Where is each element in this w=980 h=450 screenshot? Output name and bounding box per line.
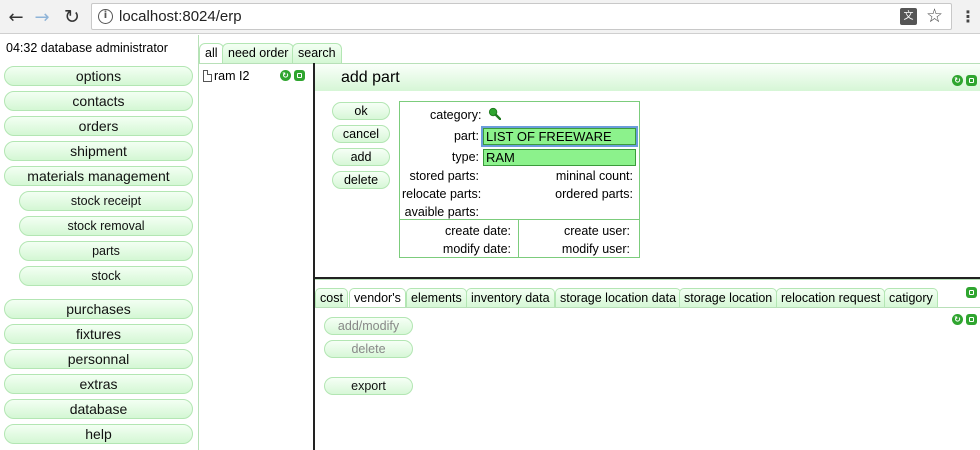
sidebar-item-stock[interactable]: stock [19, 266, 193, 286]
ordered-parts-label: ordered parts: [555, 187, 633, 201]
tab-all[interactable]: all [199, 43, 224, 63]
type-label: type: [451, 150, 479, 164]
part-input[interactable] [481, 126, 638, 147]
tab-need-order[interactable]: need order [222, 43, 295, 63]
form-divider [518, 220, 519, 257]
category-label: category: [430, 108, 482, 122]
url-text[interactable]: localhost:8024/erp [119, 8, 242, 25]
sidebar-item-personnal[interactable]: personnal [4, 349, 193, 369]
add-button[interactable]: add [332, 148, 390, 166]
part-tree: ram I2 ↻ [199, 63, 314, 450]
ok-button[interactable]: ok [332, 102, 390, 120]
tab-storage-location-data[interactable]: storage location data [555, 288, 682, 308]
back-arrow-icon[interactable]: ← [4, 5, 28, 29]
sidebar-item-help[interactable]: help [4, 424, 193, 444]
session-user-line: 04:32 database administrator [6, 41, 168, 55]
create-date-label: create date: [444, 224, 511, 238]
bookmark-star-icon[interactable]: ☆ [926, 5, 943, 27]
modify-user-label: modify user: [561, 242, 630, 256]
document-icon [203, 70, 212, 82]
available-parts-label: avaible parts: [404, 205, 479, 219]
maximize-icon[interactable] [966, 287, 977, 298]
site-info-icon[interactable]: i [98, 9, 113, 24]
reload-icon[interactable]: ↻ [60, 5, 84, 29]
sidebar-item-options[interactable]: options [4, 66, 193, 86]
refresh-icon[interactable]: ↻ [952, 314, 963, 325]
stored-parts-label: stored parts: [409, 169, 479, 183]
search-icon[interactable] [488, 107, 501, 120]
refresh-icon[interactable]: ↻ [952, 75, 963, 86]
browser-menu-icon[interactable]: ⋮ [960, 5, 976, 29]
tab-relocation-request[interactable]: relocation request [776, 288, 886, 308]
refresh-icon[interactable]: ↻ [280, 70, 291, 81]
type-input[interactable] [483, 149, 636, 166]
maximize-icon[interactable] [966, 314, 977, 325]
part-form: category: part: type: stored parts: mini… [399, 101, 640, 258]
browser-toolbar: ← → ↻ i localhost:8024/erp 文 ☆ ⋮ [0, 0, 980, 34]
sidebar-item-database[interactable]: database [4, 399, 193, 419]
sidebar-item-stock-removal[interactable]: stock removal [19, 216, 193, 236]
part-label: part: [453, 129, 479, 143]
vendor-delete-button[interactable]: delete [324, 340, 413, 358]
sidebar-item-materials-management[interactable]: materials management [4, 166, 193, 186]
tab-vendors[interactable]: vendor's [349, 288, 406, 308]
sidebar-item-shipment[interactable]: shipment [4, 141, 193, 161]
maximize-icon[interactable] [966, 75, 977, 86]
tab-cost[interactable]: cost [315, 288, 348, 308]
sidebar-item-stock-receipt[interactable]: stock receipt [19, 191, 193, 211]
tab-catigory[interactable]: catigory [884, 288, 938, 308]
forward-arrow-icon[interactable]: → [30, 5, 54, 29]
sidebar-item-fixtures[interactable]: fixtures [4, 324, 193, 344]
list-tabs: all need order search [199, 35, 980, 63]
minimal-count-label: mininal count: [555, 169, 633, 183]
cancel-button[interactable]: cancel [332, 125, 390, 143]
tree-item-label: ram I2 [214, 69, 250, 83]
sidebar-item-parts[interactable]: parts [19, 241, 193, 261]
export-button[interactable]: export [324, 377, 413, 395]
form-divider [400, 219, 639, 220]
modify-date-label: modify date: [442, 242, 511, 256]
page-title: add part [341, 69, 400, 86]
vendors-panel: ↻ [315, 307, 980, 450]
tab-storage-location[interactable]: storage location [679, 288, 778, 308]
tree-item[interactable]: ram I2 [203, 69, 249, 83]
main-header: add part ↻ [315, 63, 980, 91]
maximize-icon[interactable] [294, 70, 305, 81]
add-modify-button[interactable]: add/modify [324, 317, 413, 335]
tab-inventory-data[interactable]: inventory data [466, 288, 555, 308]
sidebar-item-extras[interactable]: extras [4, 374, 193, 394]
sidebar-item-purchases[interactable]: purchases [4, 299, 193, 319]
translate-icon[interactable]: 文 [900, 8, 917, 25]
detail-tabs: cost vendor's elements inventory data st… [315, 279, 980, 308]
tab-elements[interactable]: elements [406, 288, 467, 308]
sidebar-item-orders[interactable]: orders [4, 116, 193, 136]
sidebar-item-contacts[interactable]: contacts [4, 91, 193, 111]
create-user-label: create user: [563, 224, 630, 238]
relocate-parts-label: relocate parts: [402, 187, 482, 201]
delete-button[interactable]: delete [332, 171, 390, 189]
address-bar[interactable]: i localhost:8024/erp 文 ☆ [91, 3, 952, 30]
tab-search[interactable]: search [292, 43, 342, 63]
